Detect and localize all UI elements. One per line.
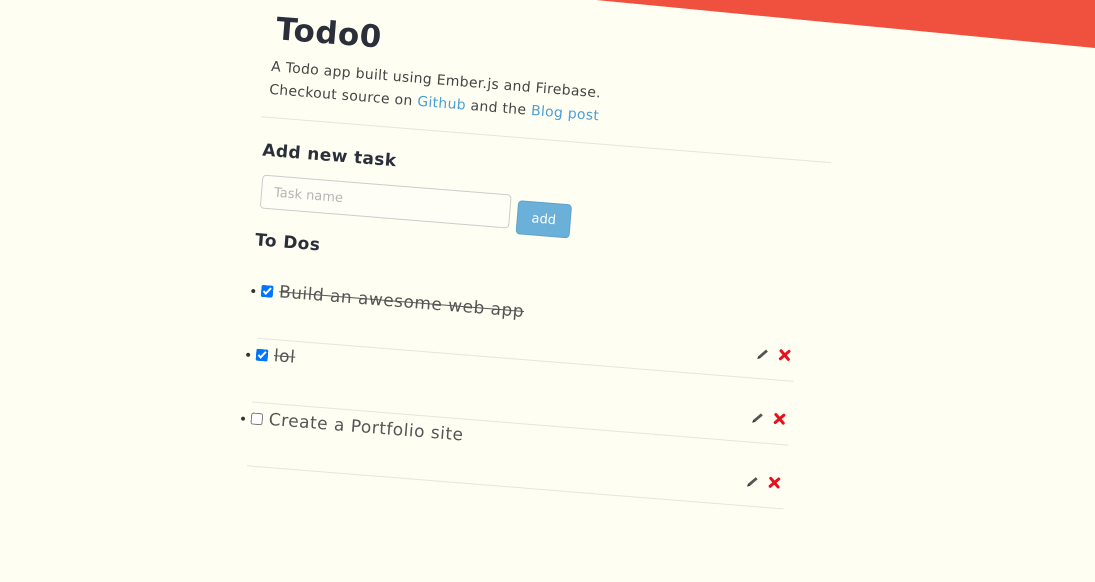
- source-middle: and the: [469, 98, 527, 119]
- github-link[interactable]: Github: [417, 94, 467, 114]
- pencil-icon[interactable]: [745, 474, 760, 489]
- app-panel: Todo0 A Todo app built using Ember.js an…: [219, 6, 850, 582]
- task-name-input[interactable]: [259, 174, 512, 229]
- todo-label: lol: [273, 346, 297, 368]
- todo-checkbox[interactable]: [260, 284, 274, 298]
- pencil-icon[interactable]: [750, 411, 765, 426]
- todos-heading: To Dos: [254, 230, 322, 256]
- bullet: •: [243, 347, 253, 365]
- add-task-button[interactable]: add: [515, 200, 573, 239]
- x-icon[interactable]: [772, 411, 787, 426]
- todo-checkbox[interactable]: [250, 412, 264, 426]
- todo-checkbox[interactable]: [255, 348, 269, 362]
- todo-label: Build an awesome web app: [278, 282, 525, 322]
- blog-post-link[interactable]: Blog post: [530, 103, 599, 124]
- bullet: •: [238, 411, 248, 429]
- pencil-icon[interactable]: [755, 347, 770, 362]
- todo-list: • Build an awesome web app • lol • Creat…: [225, 273, 799, 510]
- x-icon[interactable]: [767, 475, 782, 490]
- bullet: •: [248, 283, 258, 301]
- source-prefix: Checkout source on: [268, 81, 414, 110]
- x-icon[interactable]: [777, 348, 792, 363]
- app-title: Todo0: [274, 11, 384, 56]
- add-task-heading: Add new task: [261, 140, 398, 172]
